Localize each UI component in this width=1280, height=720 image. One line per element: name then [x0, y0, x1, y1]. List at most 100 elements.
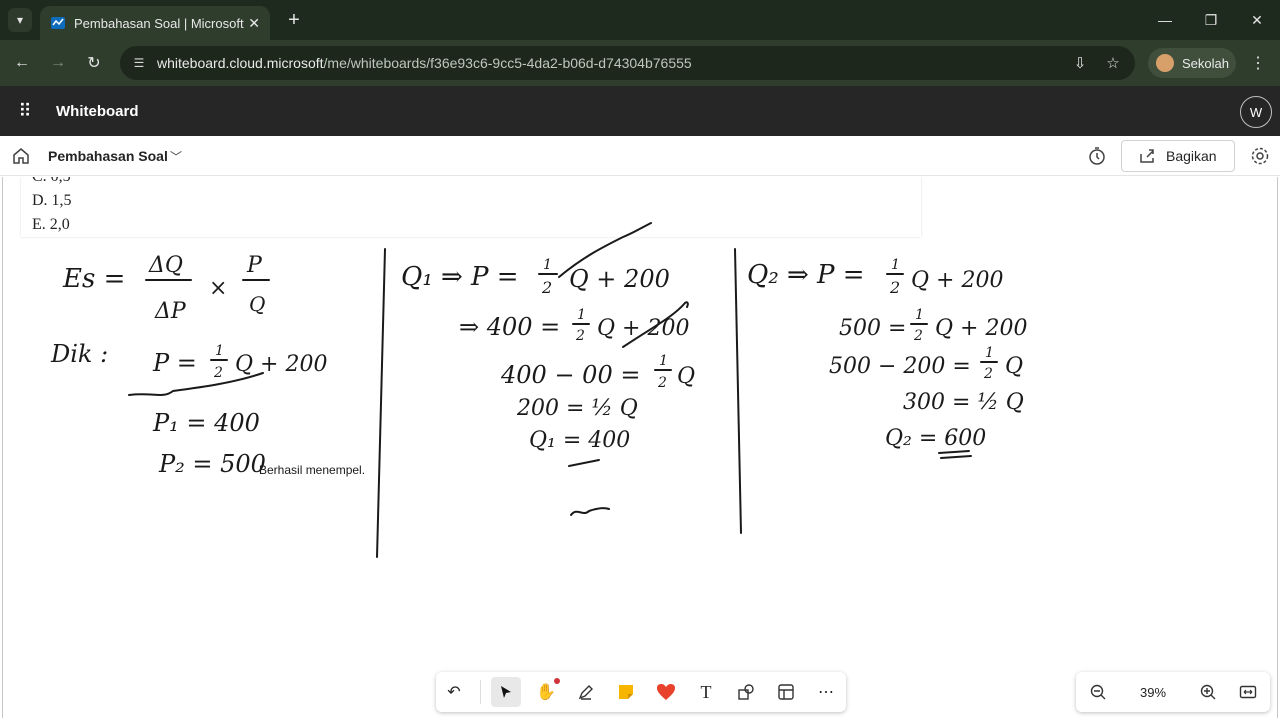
svg-text:Dik :: Dik : [50, 340, 108, 368]
board-title[interactable]: Pembahasan Soal [48, 148, 168, 164]
svg-text:1: 1 [215, 343, 224, 359]
reload-icon[interactable]: ↻ [82, 51, 106, 75]
templates-icon[interactable] [771, 677, 801, 707]
svg-text:1: 1 [543, 257, 552, 273]
svg-text:Q₂ = 600: Q₂ = 600 [885, 426, 986, 451]
home-icon[interactable] [10, 145, 32, 167]
svg-text:300 = ½ Q: 300 = ½ Q [903, 390, 1024, 415]
svg-text:400 − 00 =: 400 − 00 = [500, 361, 640, 389]
new-tab-icon[interactable]: + [282, 8, 306, 32]
svg-text:ΔP: ΔP [154, 299, 187, 324]
svg-text:Es =: Es = [62, 264, 125, 294]
paste-success-toast: Berhasil menempel. [259, 463, 366, 477]
gear-icon[interactable] [1249, 145, 1271, 167]
tab-search-chevron-icon[interactable]: ▾ [8, 8, 32, 32]
svg-text:Q₁ = 400: Q₁ = 400 [529, 428, 630, 453]
reaction-icon[interactable] [651, 677, 681, 707]
tab-title: Pembahasan Soal | Microsoft Whiteboard [74, 15, 244, 31]
svg-text:Q + 200: Q + 200 [911, 268, 1003, 293]
svg-text:2: 2 [541, 278, 552, 297]
sticky-note-icon[interactable] [611, 677, 641, 707]
chevron-down-icon[interactable]: ﹀ [170, 148, 182, 165]
svg-text:200 = ½ Q: 200 = ½ Q [516, 396, 638, 421]
browser-menu-icon[interactable]: ⋮ [1246, 51, 1270, 75]
svg-text:Q + 200: Q + 200 [597, 316, 689, 341]
share-button[interactable]: Bagikan [1121, 140, 1235, 172]
forward-icon[interactable]: → [46, 51, 70, 75]
address-bar[interactable]: ☰ whiteboard.cloud.microsoft/me/whiteboa… [120, 46, 1135, 80]
svg-text:2: 2 [575, 328, 585, 344]
svg-text:Q + 200: Q + 200 [569, 265, 670, 293]
url-path: /me/whiteboards/f36e93c6-9cc5-4da2-b06d-… [323, 55, 692, 71]
bookmark-star-icon[interactable]: ☆ [1103, 53, 1123, 73]
command-bar: Pembahasan Soal ﹀ Bagikan [0, 136, 1280, 176]
svg-text:Q₂ ⇒ P =: Q₂ ⇒ P = [747, 260, 865, 290]
svg-text:2: 2 [213, 365, 223, 381]
svg-text:2: 2 [913, 328, 923, 344]
profile-button[interactable]: Sekolah [1148, 48, 1236, 78]
app-header: ⠿ Whiteboard W [0, 86, 1280, 136]
install-app-icon[interactable]: ⇩ [1070, 53, 1090, 73]
svg-text:Q + 200: Q + 200 [235, 352, 327, 377]
share-icon [1140, 149, 1154, 163]
svg-text:1: 1 [985, 345, 994, 361]
svg-text:P =: P = [152, 349, 197, 377]
restore-icon[interactable]: ❐ [1199, 8, 1223, 32]
zoom-in-icon[interactable] [1193, 677, 1223, 707]
svg-text:Q₁ ⇒ P =: Q₁ ⇒ P = [401, 262, 519, 292]
browser-toolbar: ← → ↻ ☰ whiteboard.cloud.microsoft/me/wh… [0, 40, 1280, 86]
svg-text:2: 2 [889, 278, 900, 297]
whiteboard-favicon-icon [51, 17, 65, 29]
zoom-level: 39% [1140, 685, 1167, 700]
minimize-icon[interactable]: — [1153, 8, 1177, 32]
browser-tab-strip: ▾ Pembahasan Soal | Microsoft Whiteboard… [0, 0, 1280, 40]
svg-text:P₂ = 500: P₂ = 500 [158, 450, 266, 478]
close-window-icon[interactable]: ✕ [1245, 8, 1269, 32]
svg-text:Q: Q [1005, 354, 1023, 379]
svg-text:P: P [246, 253, 263, 278]
ink-q1-solution: Q₁ ⇒ P = 1 2 Q + 200 ⇒ 400 = 1 2 Q + 200… [401, 222, 695, 516]
whiteboard-canvas[interactable]: C. 0,5 D. 1,5 E. 2,0 Es = ΔQ ΔP × P Q Di… [2, 177, 1278, 718]
share-label: Bagikan [1166, 148, 1217, 164]
svg-text:2: 2 [983, 366, 993, 382]
handwriting-ink-layer[interactable]: Es = ΔQ ΔP × P Q Dik : P = 1 2 Q + 200 P… [3, 177, 1278, 718]
svg-text:500 =: 500 = [839, 316, 906, 341]
svg-text:P₁ = 400: P₁ = 400 [152, 409, 260, 437]
svg-text:1: 1 [659, 353, 668, 369]
url-host: whiteboard.cloud.microsoft [157, 55, 324, 71]
text-icon[interactable]: T [691, 677, 721, 707]
shapes-icon[interactable] [731, 677, 761, 707]
profile-avatar [1156, 54, 1174, 72]
zoom-controls: 39% [1076, 672, 1270, 712]
svg-text:2: 2 [657, 375, 667, 391]
select-arrow-icon[interactable] [491, 677, 521, 707]
timer-icon[interactable] [1086, 145, 1108, 167]
svg-text:1: 1 [577, 307, 586, 323]
back-icon[interactable]: ← [10, 51, 34, 75]
svg-text:Q + 200: Q + 200 [935, 316, 1027, 341]
tab-close-icon[interactable]: ✕ [248, 15, 260, 32]
svg-text:1: 1 [891, 257, 900, 273]
svg-text:Q: Q [249, 292, 265, 316]
svg-text:1: 1 [915, 307, 924, 323]
undo-icon[interactable]: ↶ [439, 677, 469, 707]
app-launcher-icon[interactable]: ⠿ [13, 99, 37, 123]
user-account-button[interactable]: W [1240, 96, 1272, 128]
pen-icon[interactable] [571, 677, 601, 707]
ink-q2-solution: Q₂ ⇒ P = 1 2 Q + 200 500 = 1 2 Q + 200 5… [747, 257, 1027, 459]
svg-text:500 − 200 =: 500 − 200 = [829, 354, 971, 379]
zoom-out-icon[interactable] [1083, 677, 1113, 707]
browser-tab-active[interactable]: Pembahasan Soal | Microsoft Whiteboard ✕ [40, 6, 270, 40]
more-icon[interactable]: ⋯ [811, 677, 841, 707]
app-name: Whiteboard [56, 103, 139, 120]
svg-text:ΔQ: ΔQ [148, 253, 183, 278]
notification-dot [554, 678, 560, 684]
svg-text:Q: Q [677, 364, 695, 389]
url-text: whiteboard.cloud.microsoft/me/whiteboard… [157, 55, 692, 71]
canvas-toolbar: ↶ ✋ T ⋯ [436, 672, 846, 712]
svg-text:⇒ 400 =: ⇒ 400 = [459, 313, 560, 341]
fit-to-screen-icon[interactable] [1233, 677, 1263, 707]
svg-text:×: × [209, 276, 227, 301]
site-info-icon[interactable]: ☰ [130, 54, 148, 72]
toolbar-divider [480, 680, 481, 704]
